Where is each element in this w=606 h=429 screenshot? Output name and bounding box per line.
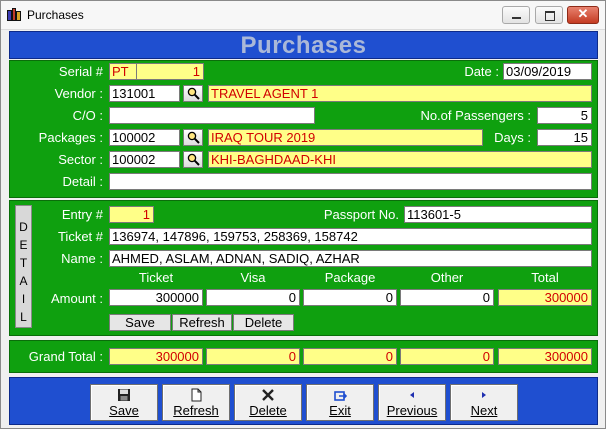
passport-field[interactable]: 113601-5 (404, 206, 592, 223)
entry-label: Entry # (61, 207, 103, 222)
exit-button[interactable]: Exit (306, 384, 374, 421)
vendor-code-field[interactable]: 131001 (109, 85, 180, 102)
co-field[interactable] (109, 107, 315, 124)
maximize-button[interactable] (535, 6, 563, 24)
serial-number-field[interactable]: 1 (136, 63, 204, 80)
days-field[interactable]: 15 (537, 129, 592, 146)
detail-tab-letter: D (19, 220, 28, 234)
days-label: Days : (494, 130, 531, 145)
packages-label: Packages : (38, 130, 103, 145)
amount-package-field[interactable]: 0 (303, 289, 397, 306)
package-search-button[interactable] (183, 129, 203, 146)
save-label: Save (109, 403, 139, 418)
next-label: Next (470, 403, 498, 418)
detail-delete-button[interactable]: Delete (233, 314, 294, 331)
grand-total-other-field: 0 (400, 348, 494, 365)
col-header-ticket: Ticket (138, 270, 174, 285)
passengers-label: No.of Passengers : (420, 108, 531, 123)
close-icon: ✕ (577, 6, 589, 21)
detail-tab-letter: L (20, 310, 27, 324)
search-icon (187, 131, 200, 144)
exit-door-icon (334, 391, 347, 401)
ticket-numbers-field[interactable]: 136974, 147896, 159753, 258369, 158742 (109, 228, 592, 245)
col-header-other: Other (430, 270, 464, 285)
package-name-field[interactable]: IRAQ TOUR 2019 (208, 129, 483, 146)
search-icon (187, 153, 200, 166)
vendor-label: Vendor : (54, 86, 103, 101)
books-app-icon (7, 8, 21, 22)
grand-total-label: Grand Total : (28, 349, 103, 364)
sector-name-field[interactable]: KHI-BAGHDAAD-KHI (208, 151, 592, 168)
detail-tab-letter: A (19, 274, 28, 288)
sector-label: Sector : (58, 152, 103, 167)
grand-total-visa-field: 0 (206, 348, 300, 365)
detail-tab-letter: T (19, 256, 28, 270)
minimize-button[interactable] (502, 6, 530, 24)
col-header-total: Total (531, 270, 559, 285)
sector-code-field[interactable]: 100002 (109, 151, 180, 168)
save-button[interactable]: Save (90, 384, 158, 421)
delete-button[interactable]: Delete (234, 384, 302, 421)
previous-button[interactable]: Previous (378, 384, 446, 421)
refresh-label: Refresh (173, 403, 219, 418)
amount-ticket-field[interactable]: 300000 (109, 289, 203, 306)
grand-total-ticket-field: 300000 (109, 348, 203, 365)
co-label: C/O : (72, 108, 103, 123)
detail-tab-letter: E (19, 238, 28, 252)
search-icon (187, 87, 200, 100)
detail-tab-letter: I (21, 292, 26, 306)
serial-prefix-field[interactable]: PT (109, 63, 137, 80)
window-title: Purchases (27, 8, 84, 22)
vendor-search-button[interactable] (183, 85, 203, 102)
arrow-left-icon (410, 392, 414, 398)
amount-visa-field[interactable]: 0 (206, 289, 300, 306)
previous-label: Previous (386, 403, 438, 418)
next-button[interactable]: Next (450, 384, 518, 421)
date-field[interactable]: 03/09/2019 (503, 63, 592, 80)
amount-other-field[interactable]: 0 (400, 289, 494, 306)
detail-field[interactable] (109, 173, 592, 190)
date-label: Date : (464, 64, 499, 79)
detail-refresh-button[interactable]: Refresh (172, 314, 232, 331)
title-bar: Purchases ✕ (1, 1, 605, 30)
delete-label: Delete (249, 403, 287, 418)
grand-total-package-field: 0 (303, 348, 397, 365)
delete-x-icon (262, 389, 274, 401)
refresh-button[interactable]: Refresh (162, 384, 230, 421)
amount-total-field[interactable]: 300000 (498, 289, 592, 306)
name-label: Name : (61, 251, 103, 266)
entry-field[interactable]: 1 (109, 206, 154, 223)
amount-label: Amount : (50, 291, 103, 306)
arrow-right-icon (482, 392, 486, 398)
col-header-package: Package (324, 270, 376, 285)
purchases-window: Purchases ✕ Purchases Serial # PT 1 Date… (0, 0, 606, 429)
floppy-disk-icon (118, 389, 130, 401)
form-title: Purchases (240, 32, 367, 59)
passengers-field[interactable]: 5 (537, 107, 592, 124)
passport-label: Passport No. (323, 207, 399, 222)
serial-label: Serial # (58, 64, 103, 79)
sector-search-button[interactable] (183, 151, 203, 168)
exit-label: Exit (329, 403, 351, 418)
detail-label: Detail : (62, 174, 103, 189)
close-button[interactable]: ✕ (567, 6, 599, 24)
new-document-icon (191, 388, 202, 402)
col-header-visa: Visa (240, 270, 266, 285)
detail-tab[interactable]: D E T A I L (15, 205, 32, 328)
package-code-field[interactable]: 100002 (109, 129, 180, 146)
ticket-label: Ticket # (57, 229, 103, 244)
grand-total-total-field: 300000 (498, 348, 592, 365)
vendor-name-field[interactable]: TRAVEL AGENT 1 (208, 85, 592, 102)
passenger-names-field[interactable]: AHMED, ASLAM, ADNAN, SADIQ, AZHAR (109, 250, 592, 267)
form-header: Purchases (9, 31, 598, 59)
detail-save-button[interactable]: Save (109, 314, 171, 331)
